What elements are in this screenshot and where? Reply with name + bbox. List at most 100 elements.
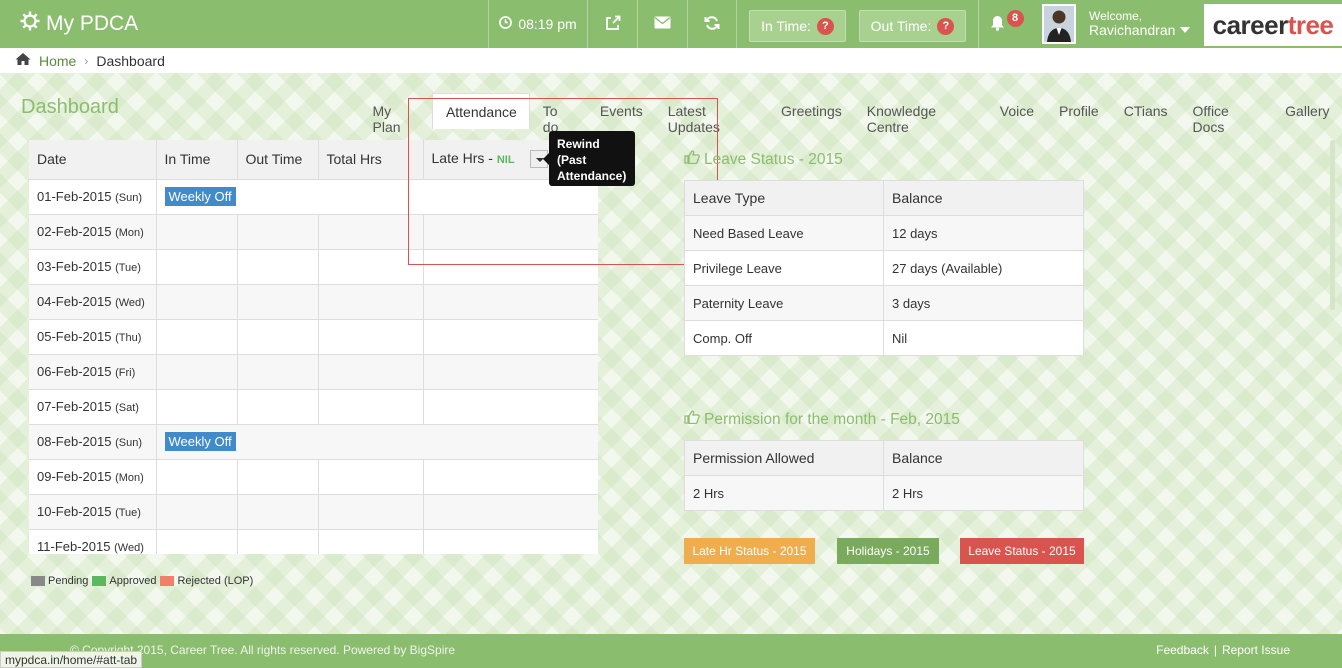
out-time-cell — [237, 389, 319, 425]
legend-rejected-swatch — [160, 576, 175, 587]
permission-title: Permission for the month - Feb, 2015 — [704, 410, 960, 428]
in-time-cell — [156, 389, 238, 425]
envelope-icon — [654, 16, 671, 32]
breadcrumb-current: Dashboard — [96, 52, 165, 69]
top-bar: My PDCA 08:19 pm In Time: ? Out Time: ? … — [0, 0, 1342, 48]
home-icon[interactable] — [15, 52, 31, 69]
out-time-badge: ? — [937, 17, 955, 35]
out-time-cell — [237, 529, 319, 554]
table-row: Need Based Leave 12 days — [684, 215, 1084, 251]
tab-office-docs[interactable]: Office Docs — [1180, 93, 1273, 135]
in-time-cell — [156, 494, 238, 530]
tab-latest-updates[interactable]: Latest Updates — [655, 93, 768, 135]
user-menu[interactable]: Welcome, Ravichandran — [1089, 9, 1175, 37]
leave-balance: 12 days — [883, 215, 1084, 251]
date-cell: 07-Feb-2015 (Sat) — [29, 389, 157, 425]
late-hrs-cell — [423, 494, 598, 530]
table-row: 05-Feb-2015 (Thu) — [29, 319, 598, 355]
legend-pending-swatch — [31, 576, 45, 587]
tab-events[interactable]: Events — [587, 93, 655, 129]
attendance-table-container[interactable]: Date In Time Out Time Total Hrs Late Hrs… — [29, 140, 598, 554]
tab-bar: My Plan Attendance To do Events Latest U… — [360, 93, 1342, 135]
table-row: 08-Feb-2015 (Sun) Weekly Off — [29, 424, 598, 460]
legend-approved: Approved — [92, 575, 156, 587]
table-row: 04-Feb-2015 (Wed) — [29, 284, 598, 320]
leave-status-header-row: Leave Type Balance — [684, 180, 1084, 216]
refresh-button[interactable] — [687, 0, 737, 48]
late-hrs-cell — [423, 319, 598, 355]
late-hrs-cell — [423, 459, 598, 495]
chevron-right-icon: › — [84, 53, 89, 68]
holidays-button[interactable]: Holidays - 2015 — [837, 538, 939, 564]
table-row: Comp. Off Nil — [684, 320, 1084, 356]
avatar[interactable] — [1042, 4, 1076, 44]
total-hrs-cell — [318, 284, 424, 320]
status-cell: Weekly Off — [156, 179, 598, 215]
table-row: 06-Feb-2015 (Fri) — [29, 354, 598, 390]
date-cell: 10-Feb-2015 (Tue) — [29, 494, 157, 530]
weekly-off-badge: Weekly Off — [164, 187, 236, 206]
col-header-in-time: In Time — [156, 140, 238, 180]
tab-attendance[interactable]: Attendance — [432, 93, 531, 129]
scrollbar[interactable] — [1330, 140, 1335, 310]
attendance-body: 01-Feb-2015 (Sun) Weekly Off 02-Feb-2015 (… — [29, 179, 598, 554]
footer-links: Feedback | Report Issue — [1156, 643, 1290, 657]
leave-type: Privilege Leave — [684, 250, 884, 286]
leave-balance: 3 days — [883, 285, 1084, 321]
leave-status-title: Leave Status - 2015 — [704, 150, 843, 168]
breadcrumb: Home › Dashboard — [0, 48, 1342, 73]
table-row: 11-Feb-2015 (Wed) — [29, 529, 598, 554]
late-hr-status-button[interactable]: Late Hr Status - 2015 — [684, 538, 815, 564]
date-text: 02-Feb-2015 — [37, 224, 112, 239]
legend-rejected-label: Rejected (LOP) — [177, 575, 254, 587]
date-cell: 11-Feb-2015 (Wed) — [29, 529, 157, 554]
date-text: 04-Feb-2015 — [37, 294, 112, 309]
brand-text-career: career — [1212, 9, 1289, 40]
day-text: (Sat) — [115, 402, 139, 414]
late-hrs-cell — [423, 354, 598, 390]
app-title: My PDCA — [46, 12, 139, 35]
tab-ctians[interactable]: CTians — [1111, 93, 1180, 129]
attendance-table: Date In Time Out Time Total Hrs Late Hrs… — [29, 140, 598, 554]
tab-to-do[interactable]: To do — [530, 93, 587, 135]
date-cell: 09-Feb-2015 (Mon) — [29, 459, 157, 495]
out-time-button[interactable]: Out Time: ? — [859, 10, 966, 42]
legend-pending: Pending — [31, 575, 88, 587]
in-time-button[interactable]: In Time: ? — [749, 10, 846, 42]
in-time-cell — [156, 354, 238, 390]
tab-gallery[interactable]: Gallery — [1273, 93, 1342, 129]
leave-status-button[interactable]: Leave Status - 2015 — [960, 538, 1084, 564]
in-time-badge: ? — [816, 17, 834, 35]
legend-pending-label: Pending — [48, 575, 89, 587]
tab-profile[interactable]: Profile — [1047, 93, 1112, 129]
date-text: 01-Feb-2015 — [37, 189, 112, 204]
date-text: 10-Feb-2015 — [37, 504, 112, 519]
breadcrumb-home-link[interactable]: Home — [39, 53, 76, 69]
late-hrs-cell — [423, 389, 598, 425]
weekly-off-badge: Weekly Off — [164, 432, 236, 451]
app-logo[interactable]: My PDCA — [20, 11, 138, 37]
feedback-link[interactable]: Feedback — [1156, 643, 1209, 657]
late-hrs-cell — [423, 249, 598, 285]
table-row: Privilege Leave 27 days (Available) — [684, 250, 1084, 286]
mail-button[interactable] — [637, 0, 687, 48]
chevron-down-icon[interactable] — [1180, 21, 1190, 36]
tab-knowledge-centre[interactable]: Knowledge Centre — [854, 93, 987, 135]
date-cell: 01-Feb-2015 (Sun) — [29, 179, 157, 215]
permission-col-allowed: Permission Allowed — [684, 440, 884, 476]
col-header-out-time: Out Time — [237, 140, 319, 180]
brand-logo: career tree — [1204, 4, 1342, 46]
leave-col-type: Leave Type — [684, 180, 884, 216]
permission-heading: Permission for the month - Feb, 2015 — [684, 410, 960, 429]
report-issue-link[interactable]: Report Issue — [1222, 643, 1290, 657]
in-time-cell — [156, 529, 238, 554]
date-cell: 02-Feb-2015 (Mon) — [29, 214, 157, 250]
tab-greetings[interactable]: Greetings — [769, 93, 855, 129]
date-cell: 05-Feb-2015 (Thu) — [29, 319, 157, 355]
attendance-header-row: Date In Time Out Time Total Hrs Late Hrs… — [29, 140, 598, 180]
tab-my-plan[interactable]: My Plan — [360, 93, 432, 135]
tab-voice[interactable]: Voice — [987, 93, 1046, 129]
notifications-button[interactable]: 8 — [978, 0, 1034, 48]
notifications-badge: 8 — [1006, 9, 1024, 27]
external-link-button[interactable] — [587, 0, 637, 48]
